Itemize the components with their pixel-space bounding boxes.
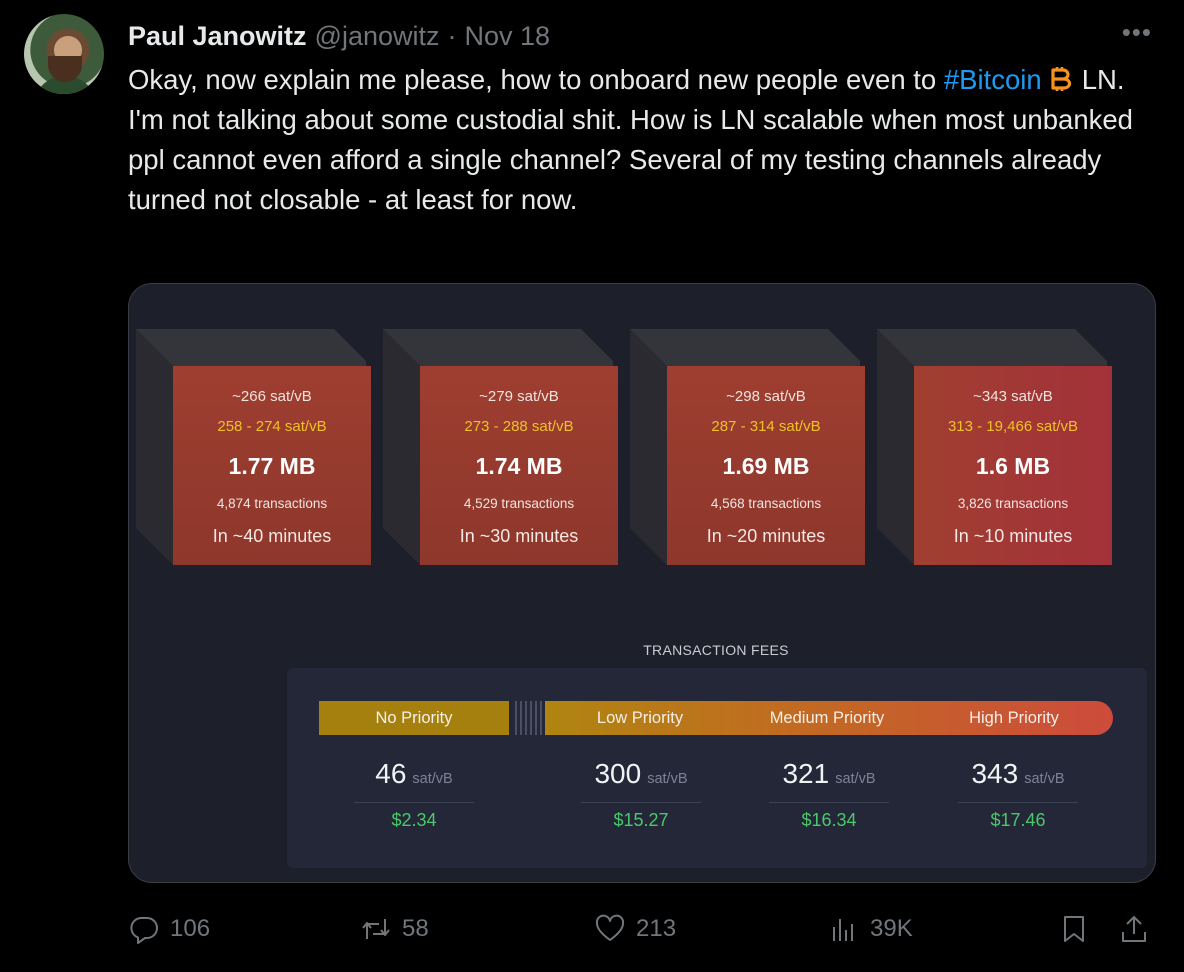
block-median-fee: ~343 sat/vB <box>973 388 1053 405</box>
medium-priority-usd: $16.34 <box>801 810 857 830</box>
tweet-date[interactable]: Nov 18 <box>465 21 551 52</box>
fee-divider <box>581 802 701 803</box>
more-options-button[interactable]: ••• <box>1122 19 1152 45</box>
transaction-fees-panel: No Priority Low Priority Medium Priority… <box>287 668 1147 868</box>
block-median-fee: ~266 sat/vB <box>232 388 312 405</box>
fee-unit: sat/vB <box>1024 771 1065 787</box>
block-face: ~266 sat/vB 258 - 274 sat/vB 1.77 MB 4,8… <box>173 366 371 565</box>
mempool-block-1: ~266 sat/vB 258 - 274 sat/vB 1.77 MB 4,8… <box>136 329 371 567</box>
block-eta: In ~20 minutes <box>706 526 826 546</box>
author-handle[interactable]: @janowitz <box>315 21 440 52</box>
block-median-fee: ~298 sat/vB <box>726 388 806 405</box>
fee-number: 321 <box>782 758 830 789</box>
tweet-action-bar: 106 58 213 39K <box>128 906 1158 952</box>
block-tx-count: 4,529 transactions <box>463 496 575 511</box>
low-priority-fee: 300 sat/vB <box>581 758 701 790</box>
block-size: 1.74 MB <box>475 453 563 479</box>
bitcoin-emoji-icon <box>1051 67 1071 91</box>
low-priority-label: Low Priority <box>596 708 684 727</box>
tweet-media-image[interactable]: ~266 sat/vB 258 - 274 sat/vB 1.77 MB 4,8… <box>128 283 1156 883</box>
fee-divider <box>958 802 1078 803</box>
no-priority-fee: 46 sat/vB <box>354 758 474 790</box>
like-button[interactable]: 213 <box>594 906 676 952</box>
share-button[interactable] <box>1118 906 1150 952</box>
reply-button[interactable]: 106 <box>128 906 210 952</box>
repost-count: 58 <box>402 915 429 942</box>
fee-divider <box>354 802 474 803</box>
transaction-fees-title: TRANSACTION FEES <box>643 642 789 658</box>
block-tx-count: 3,826 transactions <box>957 496 1069 511</box>
reply-count: 106 <box>170 915 211 942</box>
view-count: 39K <box>870 915 913 942</box>
tweet-header: Paul Janowitz @janowitz · Nov 18 <box>128 18 550 54</box>
repost-button[interactable]: 58 <box>360 906 429 952</box>
block-face: ~343 sat/vB 313 - 19,466 sat/vB 1.6 MB 3… <box>914 366 1112 565</box>
no-priority-bar: No Priority <box>319 701 509 735</box>
block-tx-count: 4,568 transactions <box>710 496 822 511</box>
block-size: 1.69 MB <box>722 453 810 479</box>
author-name[interactable]: Paul Janowitz <box>128 21 307 52</box>
block-tx-count: 4,874 transactions <box>216 496 328 511</box>
reply-icon <box>130 917 158 944</box>
tweet-text: Okay, now explain me please, how to onbo… <box>128 60 1138 220</box>
fee-divider <box>769 802 889 803</box>
fee-unit: sat/vB <box>647 771 688 787</box>
medium-priority-label: Medium Priority <box>769 708 885 727</box>
block-eta: In ~40 minutes <box>212 526 332 546</box>
block-median-fee: ~279 sat/vB <box>479 388 559 405</box>
medium-priority-fee: 321 sat/vB <box>769 758 889 790</box>
fee-number: 343 <box>971 758 1019 789</box>
fee-unit: sat/vB <box>412 771 453 787</box>
fee-number: 300 <box>594 758 642 789</box>
priority-bar-separator <box>515 701 545 735</box>
block-size: 1.77 MB <box>228 453 316 479</box>
mempool-block-3: ~298 sat/vB 287 - 314 sat/vB 1.69 MB 4,5… <box>630 329 865 567</box>
block-size: 1.6 MB <box>975 453 1051 479</box>
hashtag-link[interactable]: #Bitcoin <box>944 64 1042 95</box>
header-separator: · <box>447 20 457 51</box>
views-chart-icon <box>833 919 853 941</box>
block-fee-range: 287 - 314 sat/vB <box>711 418 821 435</box>
low-priority-usd: $15.27 <box>613 810 669 830</box>
high-priority-label: High Priority <box>969 708 1059 727</box>
high-priority-fee: 343 sat/vB <box>958 758 1078 790</box>
bookmark-icon <box>1064 916 1084 942</box>
block-fee-range: 313 - 19,466 sat/vB <box>947 418 1079 435</box>
repost-icon <box>362 919 390 939</box>
views-button[interactable]: 39K <box>828 906 913 952</box>
block-face: ~298 sat/vB 287 - 314 sat/vB 1.69 MB 4,5… <box>667 366 865 565</box>
author-avatar[interactable] <box>24 14 104 94</box>
block-fee-range: 258 - 274 sat/vB <box>217 418 327 435</box>
mempool-block-2: ~279 sat/vB 273 - 288 sat/vB 1.74 MB 4,5… <box>383 329 618 567</box>
block-eta: In ~30 minutes <box>459 526 579 546</box>
block-fee-range: 273 - 288 sat/vB <box>464 418 574 435</box>
mempool-block-4: ~343 sat/vB 313 - 19,466 sat/vB 1.6 MB 3… <box>877 329 1112 567</box>
like-count: 213 <box>636 915 677 942</box>
bookmark-button[interactable] <box>1058 906 1090 952</box>
share-icon <box>1122 916 1146 942</box>
heart-icon <box>595 914 625 941</box>
high-priority-usd: $17.46 <box>990 810 1046 830</box>
block-eta: In ~10 minutes <box>953 526 1073 546</box>
block-face: ~279 sat/vB 273 - 288 sat/vB 1.74 MB 4,5… <box>420 366 618 565</box>
no-priority-usd: $2.34 <box>391 810 437 830</box>
tweet-text-part1: Okay, now explain me please, how to onbo… <box>128 64 937 95</box>
fee-number: 46 <box>375 758 407 789</box>
fee-unit: sat/vB <box>835 771 876 787</box>
